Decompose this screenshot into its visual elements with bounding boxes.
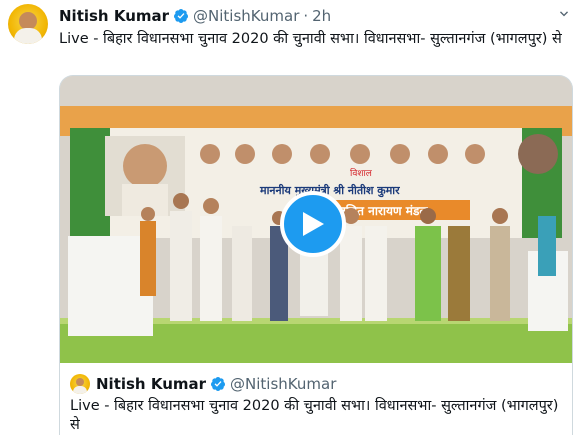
play-button[interactable] <box>280 191 346 257</box>
quote-avatar[interactable] <box>70 374 90 394</box>
banner-line1: विशाल <box>350 167 373 179</box>
tweet[interactable]: Nitish Kumar @NitishKumar · 2h Live - बि… <box>0 0 584 435</box>
quote-header: Nitish Kumar @NitishKumar <box>70 374 336 394</box>
quote-author-handle[interactable]: @NitishKumar <box>230 375 336 393</box>
verified-badge-icon <box>174 9 189 23</box>
play-icon <box>303 212 324 236</box>
avatar-body <box>14 28 42 44</box>
author-name[interactable]: Nitish Kumar <box>59 7 169 25</box>
tweet-header: Nitish Kumar @NitishKumar · 2h <box>59 6 331 26</box>
quote-text: Live - बिहार विधानसभा चुनाव 2020 की चुना… <box>70 398 559 433</box>
quoted-card[interactable]: विशाल माननीय मुख्यमंत्री श्री नीतीश कुमा… <box>59 75 573 435</box>
chevron-down-icon[interactable] <box>556 6 572 22</box>
tweet-timestamp[interactable]: 2h <box>312 7 331 25</box>
verified-badge-icon <box>211 377 226 391</box>
quote-avatar-body <box>73 386 87 394</box>
quote-avatar-face <box>76 378 84 386</box>
author-handle[interactable]: @NitishKumar <box>193 7 299 25</box>
separator-dot: · <box>303 7 309 25</box>
avatar[interactable] <box>8 4 48 44</box>
video-thumbnail[interactable]: विशाल माननीय मुख्यमंत्री श्री नीतीश कुमा… <box>60 76 572 363</box>
tweet-text: Live - बिहार विधानसभा चुनाव 2020 की चुना… <box>59 31 562 47</box>
quote-author-name[interactable]: Nitish Kumar <box>96 375 206 393</box>
